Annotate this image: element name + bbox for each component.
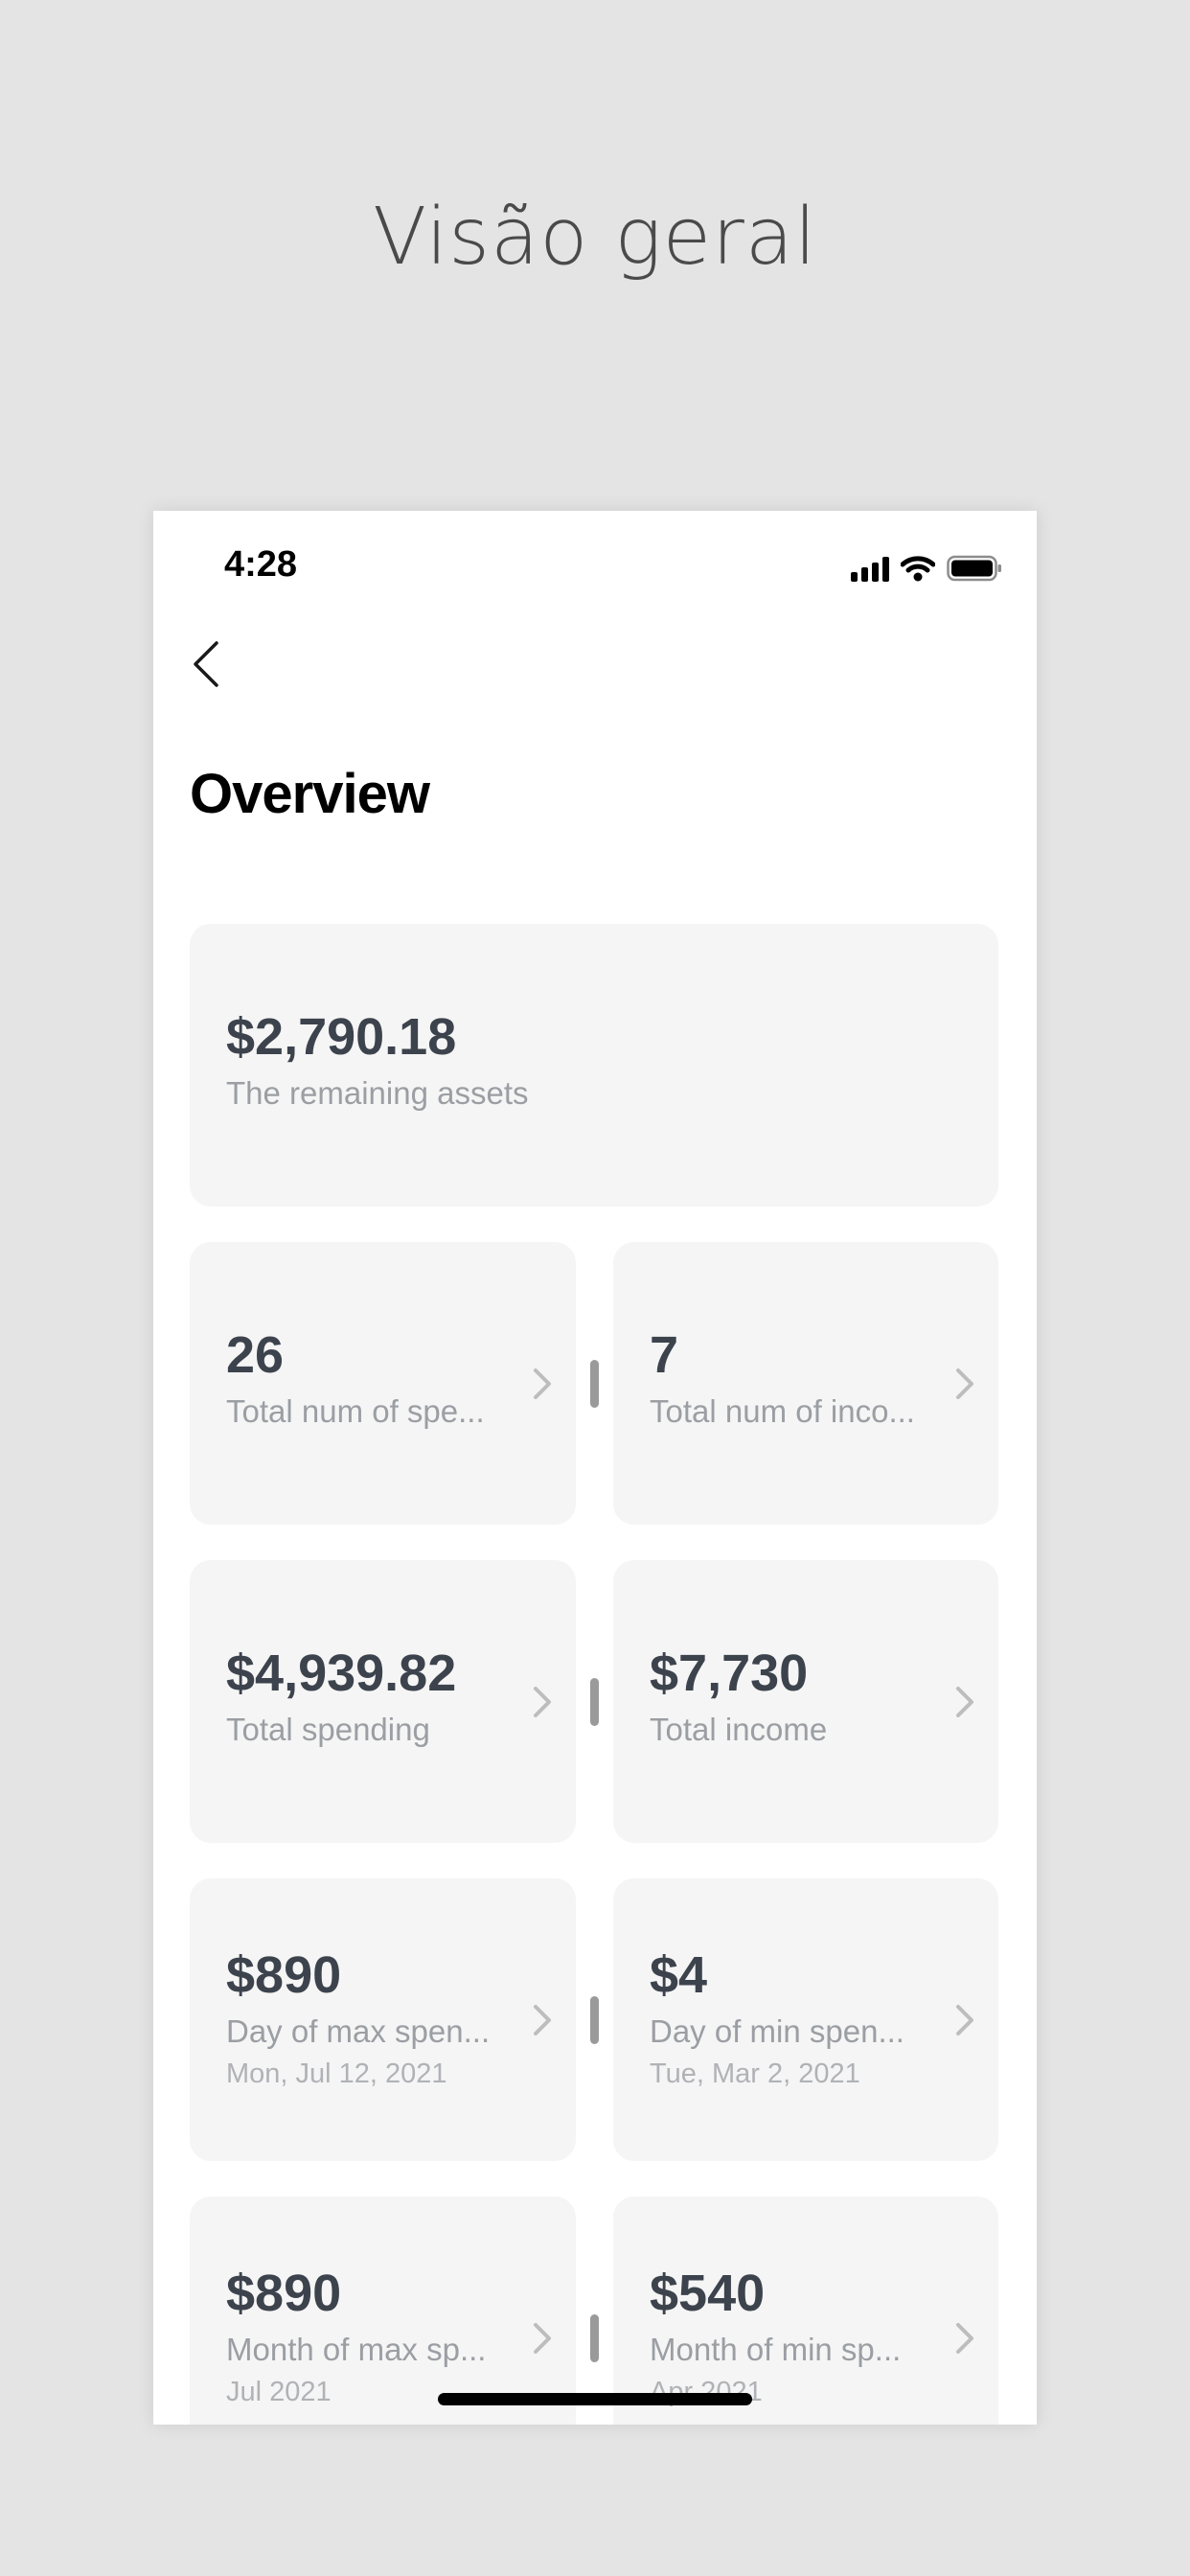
card-value: 7 [650, 1326, 679, 1384]
card-date: Jul 2021 [226, 2377, 332, 2407]
chevron-right-icon [534, 1368, 551, 1399]
spending-count-card[interactable]: 26 Total num of spe... [190, 1242, 576, 1525]
card-value: 26 [226, 1326, 285, 1384]
status-time: 4:28 [224, 544, 298, 585]
chevron-right-icon [534, 2005, 551, 2036]
home-indicator[interactable] [438, 2393, 752, 2405]
min-spending-month-card[interactable]: $540 Month of min sp... Apr 2021 [613, 2196, 998, 2425]
card-label: Month of max sp... [226, 2332, 487, 2367]
card-value: $4 [650, 1946, 708, 2004]
card-date: Tue, Mar 2, 2021 [650, 2058, 860, 2089]
chevron-right-icon [534, 2323, 551, 2354]
card-label: Day of max spen... [226, 2013, 491, 2049]
signal-icon [851, 557, 889, 582]
chevron-right-icon [534, 1687, 551, 1717]
page-title: Overview [190, 763, 430, 825]
income-count-card[interactable]: 7 Total num of inco... [613, 1242, 998, 1525]
max-spending-day-card[interactable]: $890 Day of max spen... Mon, Jul 12, 202… [190, 1878, 576, 2161]
phone-screen: 4:28 Overview $2,790.18 The remaining as… [153, 511, 1037, 2425]
wifi-icon [901, 555, 935, 582]
card-value: $890 [226, 1946, 342, 2004]
card-value: $890 [226, 2265, 342, 2322]
battery-icon [947, 555, 1002, 582]
card-value: $7,730 [650, 1644, 809, 1702]
card-label: Day of min spen... [650, 2013, 904, 2049]
card-value: $540 [650, 2265, 766, 2322]
status-icons [851, 549, 1002, 582]
divider-handle [590, 1360, 599, 1408]
divider-handle [590, 1678, 599, 1726]
assets-label: The remaining assets [226, 1075, 529, 1111]
back-icon[interactable] [186, 635, 234, 693]
assets-value: $2,790.18 [226, 1008, 457, 1066]
divider-handle [590, 2314, 599, 2362]
card-value: $4,939.82 [226, 1644, 457, 1702]
total-spending-card[interactable]: $4,939.82 Total spending [190, 1560, 576, 1843]
total-income-card[interactable]: $7,730 Total income [613, 1560, 998, 1843]
card-label: Total num of inco... [650, 1393, 915, 1429]
max-spending-month-card[interactable]: $890 Month of max sp... Jul 2021 [190, 2196, 576, 2425]
chevron-right-icon [956, 2005, 973, 2036]
card-label: Month of min sp... [650, 2332, 902, 2367]
card-label: Total spending [226, 1712, 430, 1747]
card-label: Total income [650, 1712, 828, 1747]
chevron-right-icon [956, 1687, 973, 1717]
min-spending-day-card[interactable]: $4 Day of min spen... Tue, Mar 2, 2021 [613, 1878, 998, 2161]
promo-title: Visão geral [373, 192, 817, 283]
card-date: Mon, Jul 12, 2021 [226, 2058, 447, 2089]
chevron-right-icon [956, 1368, 973, 1399]
assets-card[interactable]: $2,790.18 The remaining assets [190, 924, 998, 1207]
card-label: Total num of spe... [226, 1393, 485, 1429]
chevron-right-icon [956, 2323, 973, 2354]
divider-handle [590, 1996, 599, 2044]
